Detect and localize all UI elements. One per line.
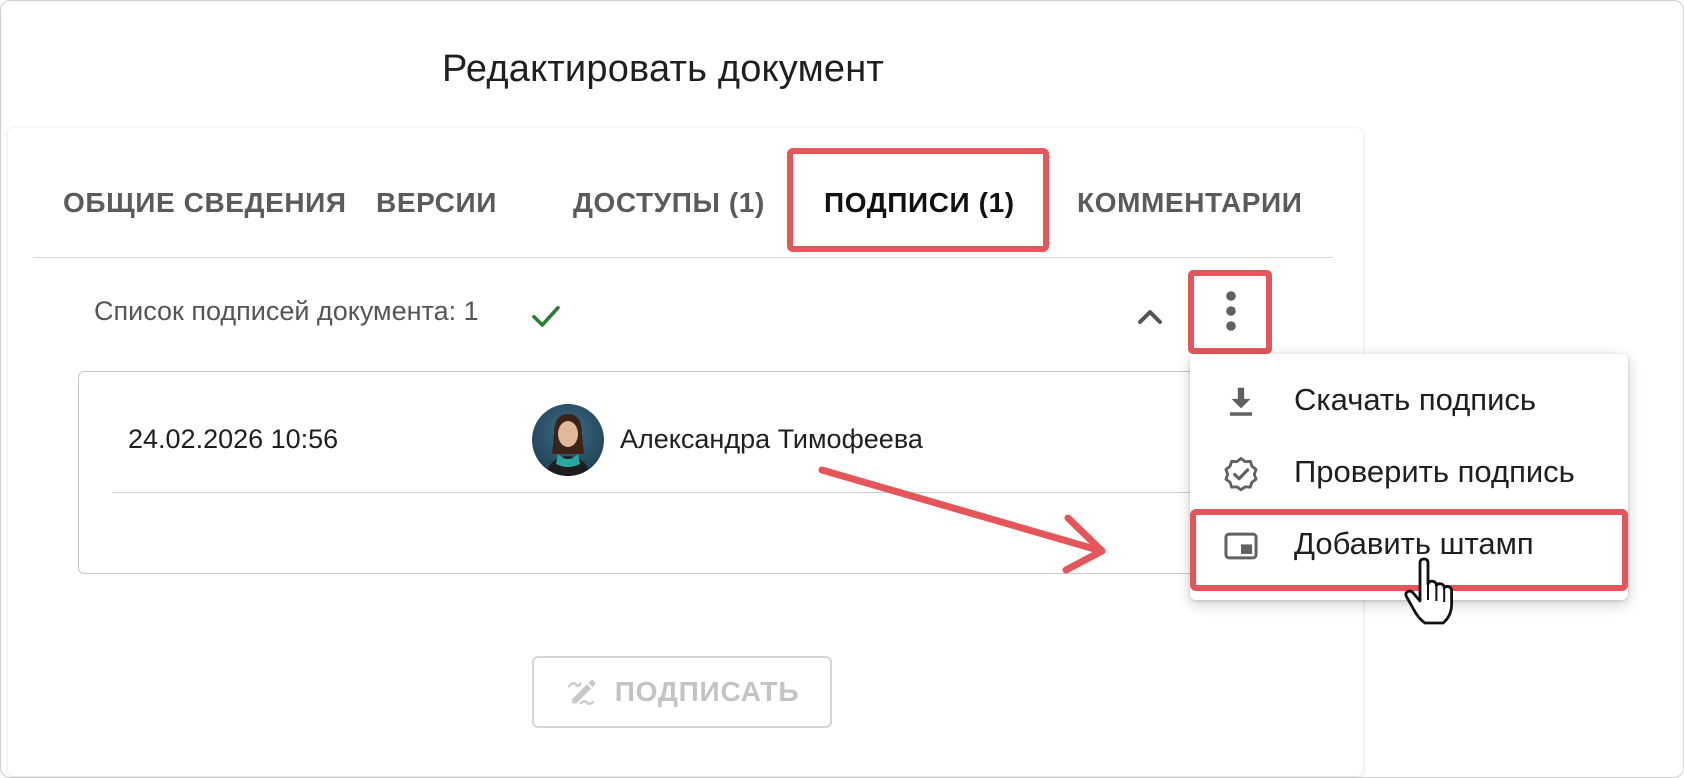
tab-signatures-highlight [787,148,1049,252]
signature-list-box [78,371,1198,574]
menu-item-verify-signature[interactable]: Проверить подпись [1190,438,1628,508]
menu-item-label: Скачать подпись [1294,382,1537,417]
menu-item-download-signature[interactable]: Скачать подпись [1190,366,1628,436]
signature-list-label: Список подписей документа: 1 [94,296,479,326]
tab-bar: ОБЩИЕ СВЕДЕНИЯ ВЕРСИИ ДОСТУПЫ (1) ПОДПИС… [33,147,1333,258]
tab-versions[interactable]: ВЕРСИИ [376,147,497,257]
sign-button-label: ПОДПИСАТЬ [614,676,800,707]
signature-pen-icon [567,679,596,705]
signature-date: 24.02.2026 10:56 [128,424,339,454]
tab-access[interactable]: ДОСТУПЫ (1) [573,147,765,257]
more-options-highlight [1188,270,1272,354]
menu-item-label: Проверить подпись [1294,454,1575,489]
sign-button[interactable]: ПОДПИСАТЬ [532,656,832,728]
download-icon [1229,387,1253,416]
signer-name: Александра Тимофеева [620,424,923,454]
tab-comments[interactable]: КОММЕНТАРИИ [1077,147,1303,257]
hand-pointer-icon [1404,557,1453,625]
page-title: Редактировать документ [442,48,885,90]
tab-general-info[interactable]: ОБЩИЕ СВЕДЕНИЯ [63,147,347,257]
chevron-up-icon[interactable] [1133,300,1167,334]
check-icon [532,305,560,327]
avatar [532,404,604,476]
verified-badge-icon [1224,457,1258,492]
row-divider [112,492,1198,493]
